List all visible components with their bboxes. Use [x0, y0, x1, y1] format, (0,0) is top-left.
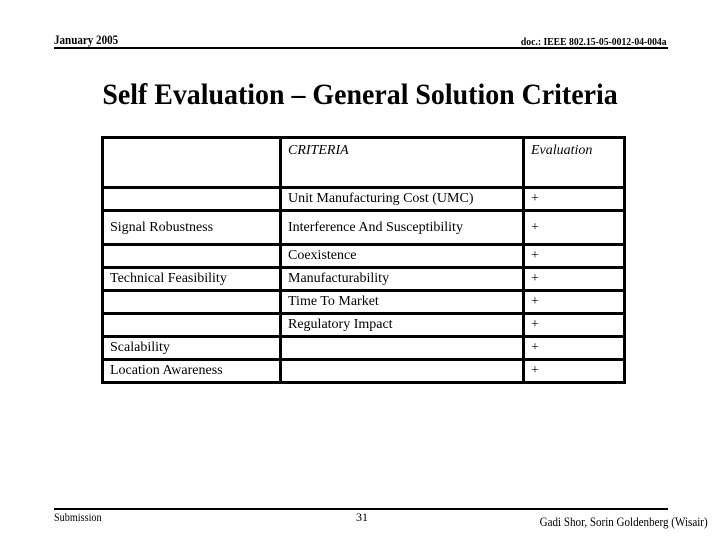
- evaluation-cell: +: [522, 312, 626, 338]
- criteria-cell: [279, 335, 525, 361]
- criteria-cell: Coexistence: [279, 243, 525, 269]
- criteria-cell: Time To Market: [279, 289, 525, 315]
- criteria-cell: Manufacturability: [279, 266, 525, 292]
- category-cell: Technical Feasibility: [101, 266, 282, 292]
- evaluation-cell: +: [522, 289, 626, 315]
- table-row: Scalability +: [101, 335, 626, 361]
- header-date: January 2005: [54, 32, 119, 47]
- header-cell-evaluation: Evaluation: [522, 136, 626, 189]
- category-cell: [101, 186, 282, 212]
- evaluation-cell: +: [522, 186, 626, 212]
- header-cell-criteria: CRITERIA: [279, 136, 525, 189]
- evaluation-cell: +: [522, 266, 626, 292]
- evaluation-cell: +: [522, 335, 626, 361]
- slide-title: Self Evaluation – General Solution Crite…: [102, 78, 618, 111]
- category-cell: [101, 289, 282, 315]
- evaluation-cell: +: [522, 358, 626, 384]
- evaluation-cell: +: [522, 209, 626, 246]
- table-row: Unit Manufacturing Cost (UMC) +: [101, 186, 626, 212]
- criteria-cell: [279, 358, 525, 384]
- table-row: Location Awareness +: [101, 358, 626, 384]
- footer-submission: Submission: [54, 510, 102, 524]
- criteria-table: CRITERIA Evaluation Unit Manufacturing C…: [101, 136, 626, 384]
- criteria-cell: Unit Manufacturing Cost (UMC): [279, 186, 525, 212]
- table-row: Coexistence +: [101, 243, 626, 269]
- table-row: Technical Feasibility Manufacturability …: [101, 266, 626, 292]
- header-cell-category: [101, 136, 282, 189]
- header-rule: [54, 47, 668, 49]
- category-cell: Location Awareness: [101, 358, 282, 384]
- footer-authors: Gadi Shor, Sorin Goldenberg (Wisair): [539, 514, 708, 529]
- evaluation-cell: +: [522, 243, 626, 269]
- criteria-cell: Regulatory Impact: [279, 312, 525, 338]
- table-row: Regulatory Impact +: [101, 312, 626, 338]
- table-row: Signal Robustness Interference And Susce…: [101, 209, 626, 246]
- table-row: Time To Market +: [101, 289, 626, 315]
- category-cell: [101, 243, 282, 269]
- table-header-row: CRITERIA Evaluation: [101, 136, 626, 189]
- criteria-cell: Interference And Susceptibility: [279, 209, 525, 246]
- footer-page-number: 31: [356, 510, 368, 524]
- category-cell: [101, 312, 282, 338]
- category-cell: Signal Robustness: [101, 209, 282, 246]
- category-cell: Scalability: [101, 335, 282, 361]
